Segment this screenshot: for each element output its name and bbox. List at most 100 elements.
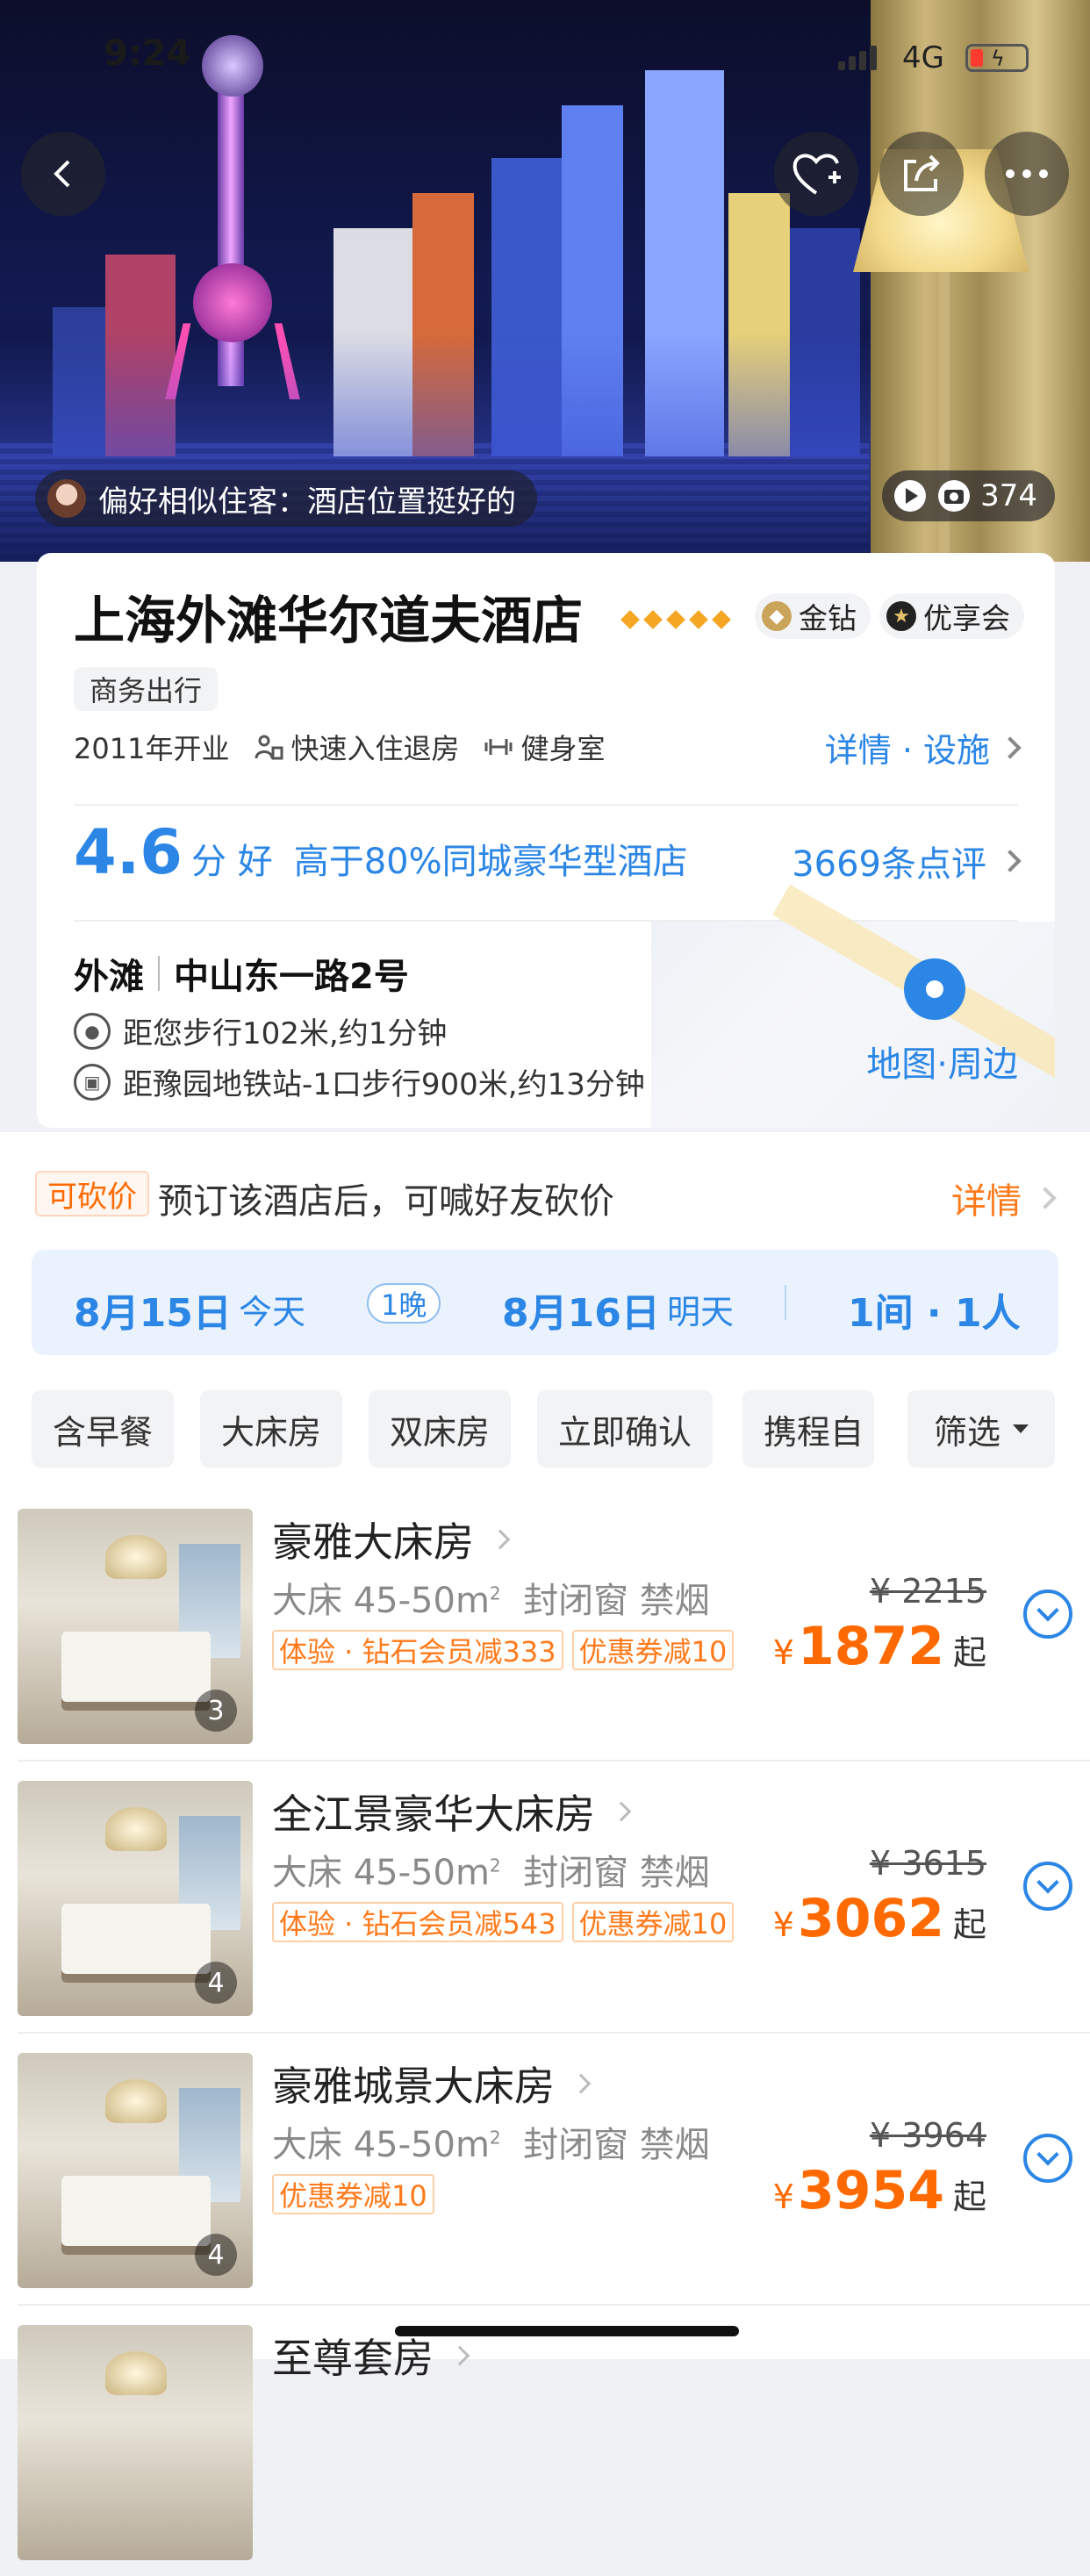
chevron-right-icon: [999, 850, 1022, 872]
room-card[interactable]: 3 豪雅大床房 大床 45-50m2 封闭窗 禁烟 体验 · 钻石会员减333 …: [0, 1488, 1090, 1760]
network-type: 4G: [902, 40, 944, 75]
rooms-guests-selector[interactable]: 1间 · 1人: [848, 1281, 1021, 1338]
room-card[interactable]: 4 豪雅城景大床房 大床 45-50m2 封闭窗 禁烟 优惠券减10 ¥ 396…: [0, 2032, 1090, 2304]
room-card[interactable]: 至尊套房: [0, 2304, 1090, 2576]
chevron-right-icon: [999, 735, 1022, 759]
room-photo[interactable]: 3: [18, 1509, 253, 1744]
original-price: ¥ 2215: [870, 1572, 986, 1611]
reviews-link[interactable]: 3669条点评: [792, 836, 1022, 886]
address-street: 中山东一路2号: [174, 957, 409, 997]
checkout-date[interactable]: 8月16日: [502, 1281, 660, 1338]
room-photo[interactable]: [18, 2325, 253, 2560]
checkin-date[interactable]: 8月15日: [74, 1281, 232, 1338]
expand-chevron-icon[interactable]: [1023, 2134, 1072, 2183]
walking-distance: ● 距您步行102米,约1分钟: [74, 1009, 447, 1052]
date-selector-section: 8月15日 今天 1晚 8月16日 明天 1间 · 1人: [0, 1238, 1090, 1360]
room-name[interactable]: 豪雅城景大床房: [272, 2055, 592, 2113]
room-card[interactable]: 4 全江景豪华大床房 大床 45-50m2 封闭窗 禁烟 体验 · 钻石会员减5…: [0, 1760, 1090, 2032]
currency-symbol: ¥: [772, 2178, 794, 2216]
address: 外滩 中山东一路2号: [74, 948, 409, 999]
room-features: 封闭窗 禁烟: [523, 2125, 710, 2165]
currency-symbol: ¥: [772, 1905, 794, 1944]
room-photo[interactable]: 4: [18, 1781, 253, 2016]
diamond-icon: [666, 610, 685, 629]
bargain-banner[interactable]: 可砍价 预订该酒店后，可喊好友砍价 详情: [0, 1132, 1090, 1255]
reviews-count: 3669条点评: [792, 844, 986, 885]
back-button[interactable]: [21, 132, 105, 216]
filter-ctrip-self[interactable]: 携程自: [742, 1390, 874, 1467]
media-count-pill[interactable]: 374: [882, 470, 1055, 521]
status-time: 9:24: [104, 33, 191, 74]
price-from-label: 起: [952, 2178, 986, 2216]
member-star-icon: ★: [886, 601, 916, 631]
metro-distance-text: 距豫园地铁站-1口步行900米,约13分钟: [123, 1067, 645, 1102]
promo-tag: 体验 · 钻石会员减543: [272, 1902, 563, 1942]
bargain-detail-label: 详情: [951, 1181, 1022, 1222]
guest-preference-text: 偏好相似住客：酒店位置挺好的: [98, 484, 516, 520]
more-button[interactable]: [985, 132, 1069, 216]
filter-breakfast[interactable]: 含早餐: [32, 1390, 175, 1467]
opened-year: 2011年开业: [74, 732, 230, 765]
price-from-label: 起: [952, 1905, 986, 1944]
facilities-row: 2011年开业 快速入住退房 健身室: [74, 727, 605, 767]
favorite-button[interactable]: [774, 132, 858, 216]
promo-tags: 体验 · 钻石会员减543 优惠券减10: [272, 1902, 735, 1942]
rating-label: 分 好: [191, 842, 273, 882]
room-price: ¥ 3062 起: [773, 1888, 986, 1949]
room-photo[interactable]: 4: [18, 2053, 253, 2288]
bargain-tag: 可砍价: [35, 1171, 149, 1216]
details-facilities-link[interactable]: 详情 · 设施: [824, 723, 1022, 771]
heart-plus-icon: [792, 154, 841, 195]
divider: [785, 1285, 786, 1320]
share-icon: [904, 154, 940, 191]
status-bar: 9:24 4G ϟ: [0, 0, 1090, 114]
price-value: 3954: [797, 2160, 944, 2221]
chevron-right-icon: [1034, 1187, 1057, 1209]
price-value: 1872: [797, 1616, 944, 1677]
video-play-icon: [894, 480, 927, 512]
promo-tag: 体验 · 钻石会员减333: [272, 1630, 563, 1670]
star-rating-diamonds: [620, 610, 731, 629]
filter-king-bed[interactable]: 大床房: [200, 1390, 343, 1467]
dumbbell-icon: [484, 739, 513, 755]
map-thumbnail[interactable]: [651, 922, 1055, 1128]
date-selector[interactable]: 8月15日 今天 1晚 8月16日 明天 1间 · 1人: [32, 1250, 1058, 1355]
rating-comparison: 高于80%同城豪华型酒店: [293, 842, 688, 882]
filter-instant-confirm[interactable]: 立即确认: [537, 1390, 714, 1467]
chevron-right-icon: [570, 2073, 592, 2094]
map-pin-icon[interactable]: [904, 958, 965, 1020]
filter-button[interactable]: 筛选: [907, 1390, 1055, 1467]
filter-twin-bed[interactable]: 双床房: [369, 1390, 512, 1467]
room-specs: 大床 45-50m2 封闭窗 禁烟: [272, 1853, 710, 1893]
back-arrow-icon: [54, 160, 70, 188]
bargain-detail-link[interactable]: 详情: [951, 1173, 1057, 1223]
tower-decoration: [193, 263, 272, 342]
guest-preference-pill[interactable]: 偏好相似住客：酒店位置挺好的: [35, 470, 537, 527]
hotel-hero-photo[interactable]: 9:24 4G ϟ 偏好相似住客：酒店位置挺好的 374: [0, 0, 1090, 562]
member-badge[interactable]: ★ 优享会: [879, 593, 1024, 639]
photo-count: 3: [195, 1690, 237, 1732]
gold-diamond-badge[interactable]: ◆ 金钻: [755, 593, 871, 639]
diamond-icon: [620, 610, 640, 629]
address-area: 外滩: [74, 957, 144, 997]
rating-summary[interactable]: 4.6 分 好 高于80%同城豪华型酒店: [74, 816, 688, 888]
room-name[interactable]: 豪雅大床房: [272, 1510, 511, 1568]
photo-count: 4: [195, 2234, 237, 2276]
original-price: ¥ 3615: [870, 1844, 986, 1883]
room-bed-size: 大床 45-50m: [272, 2125, 490, 2165]
expand-chevron-icon[interactable]: [1023, 1589, 1072, 1639]
facility-checkin: 快速入住退房: [254, 727, 459, 767]
divider: [74, 804, 1018, 806]
coupon-tag: 优惠券减10: [571, 1630, 735, 1670]
share-button[interactable]: [879, 132, 964, 216]
coupon-tag: 优惠券减10: [272, 2174, 434, 2214]
diamond-icon: [689, 610, 708, 629]
expand-chevron-icon[interactable]: [1023, 1862, 1072, 1911]
details-facilities-label: 详情 · 设施: [824, 731, 990, 770]
filter-button-label: 筛选: [933, 1412, 1000, 1452]
map-nearby-link[interactable]: 地图·周边: [866, 1036, 1018, 1087]
promo-tags: 优惠券减10: [272, 2174, 434, 2214]
room-price: ¥ 3954 起: [773, 2160, 986, 2221]
room-name[interactable]: 全江景豪华大床房: [272, 1783, 632, 1841]
nights-badge: 1晚: [367, 1283, 441, 1324]
